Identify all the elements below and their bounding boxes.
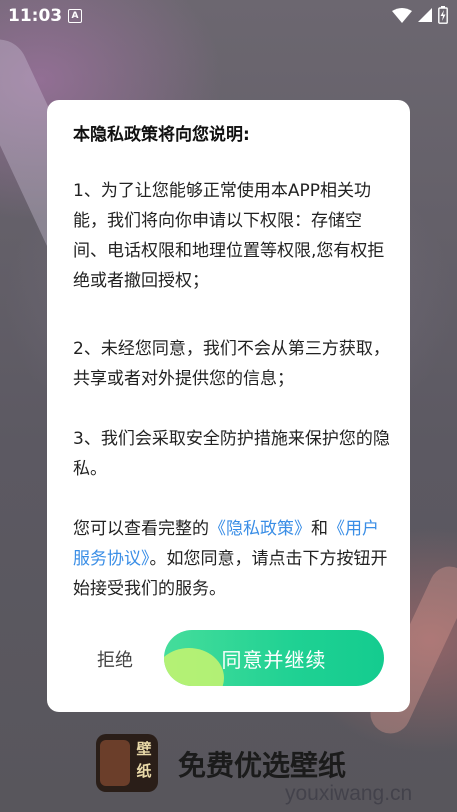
policy-paragraph-security: 3、我们会采取安全防护措施来保护您的隐私。 [73,429,390,479]
policy-paragraph-links: 您可以查看完整的《隐私政策》和《用户服务协议》。如您同意，请点击下方按钮开始接受… [73,514,391,604]
links-prefix-text: 您可以查看完整的 [73,519,209,539]
app-name: 免费优选壁纸 [178,749,347,782]
agree-button-label: 同意并继续 [221,647,327,672]
app-logo: 壁纸 [96,734,158,792]
logo-text: 壁纸 [136,740,152,780]
status-time: 11:03 [8,6,63,26]
watermark: youxiwang.cn [285,782,413,805]
signal-icon [418,8,432,22]
privacy-policy-dialog: 本隐私政策将向您说明: 1、为了让您能够正常使用本APP相关功能，我们将向你申请… [47,100,410,712]
notification-icon: A [68,9,82,23]
battery-charging-icon [438,6,448,24]
logo-character-image [100,740,130,786]
agree-and-continue-button[interactable]: 同意并继续 [164,630,384,686]
dialog-title: 本隐私政策将向您说明: [73,125,250,145]
privacy-policy-link[interactable]: 《隐私政策》 [209,519,311,539]
wifi-icon [392,8,412,23]
policy-paragraph-sharing: 2、未经您同意，我们不会从第三方获取，共享或者对外提供您的信息； [73,339,390,389]
links-and-text: 和 [311,519,328,539]
reject-button[interactable]: 拒绝 [97,646,133,672]
status-bar: 11:03 A [0,0,457,32]
policy-paragraph-permissions: 1、为了让您能够正常使用本APP相关功能，我们将向你申请以下权限：存储空间、电话… [73,181,385,291]
